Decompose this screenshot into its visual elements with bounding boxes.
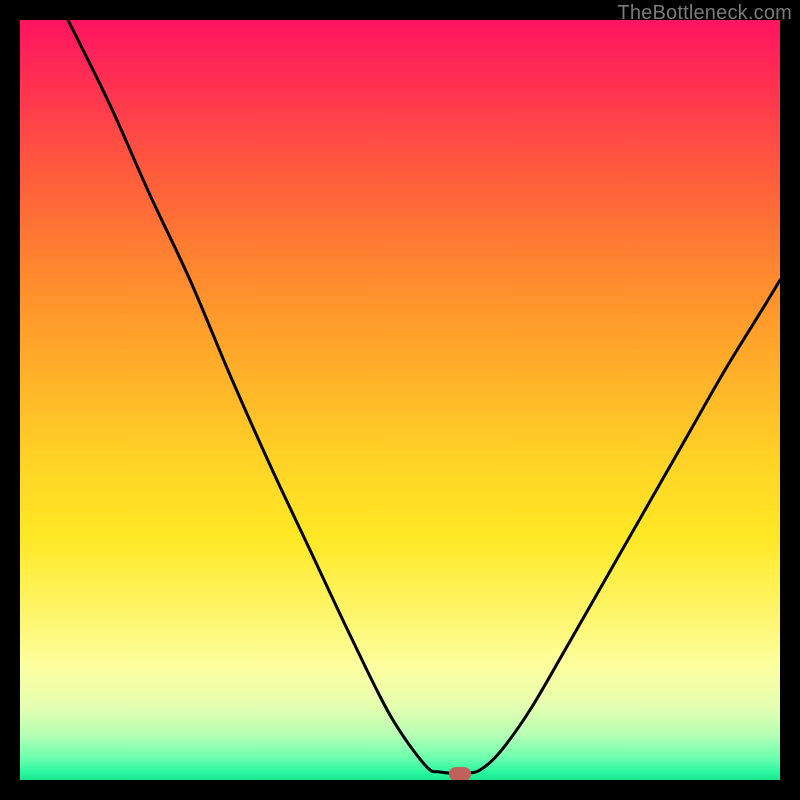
plot-area: [20, 20, 780, 780]
chart-frame: TheBottleneck.com: [0, 0, 800, 800]
attribution-text: TheBottleneck.com: [617, 2, 792, 25]
bottleneck-curve: [20, 20, 780, 780]
optimal-marker: [449, 767, 471, 780]
